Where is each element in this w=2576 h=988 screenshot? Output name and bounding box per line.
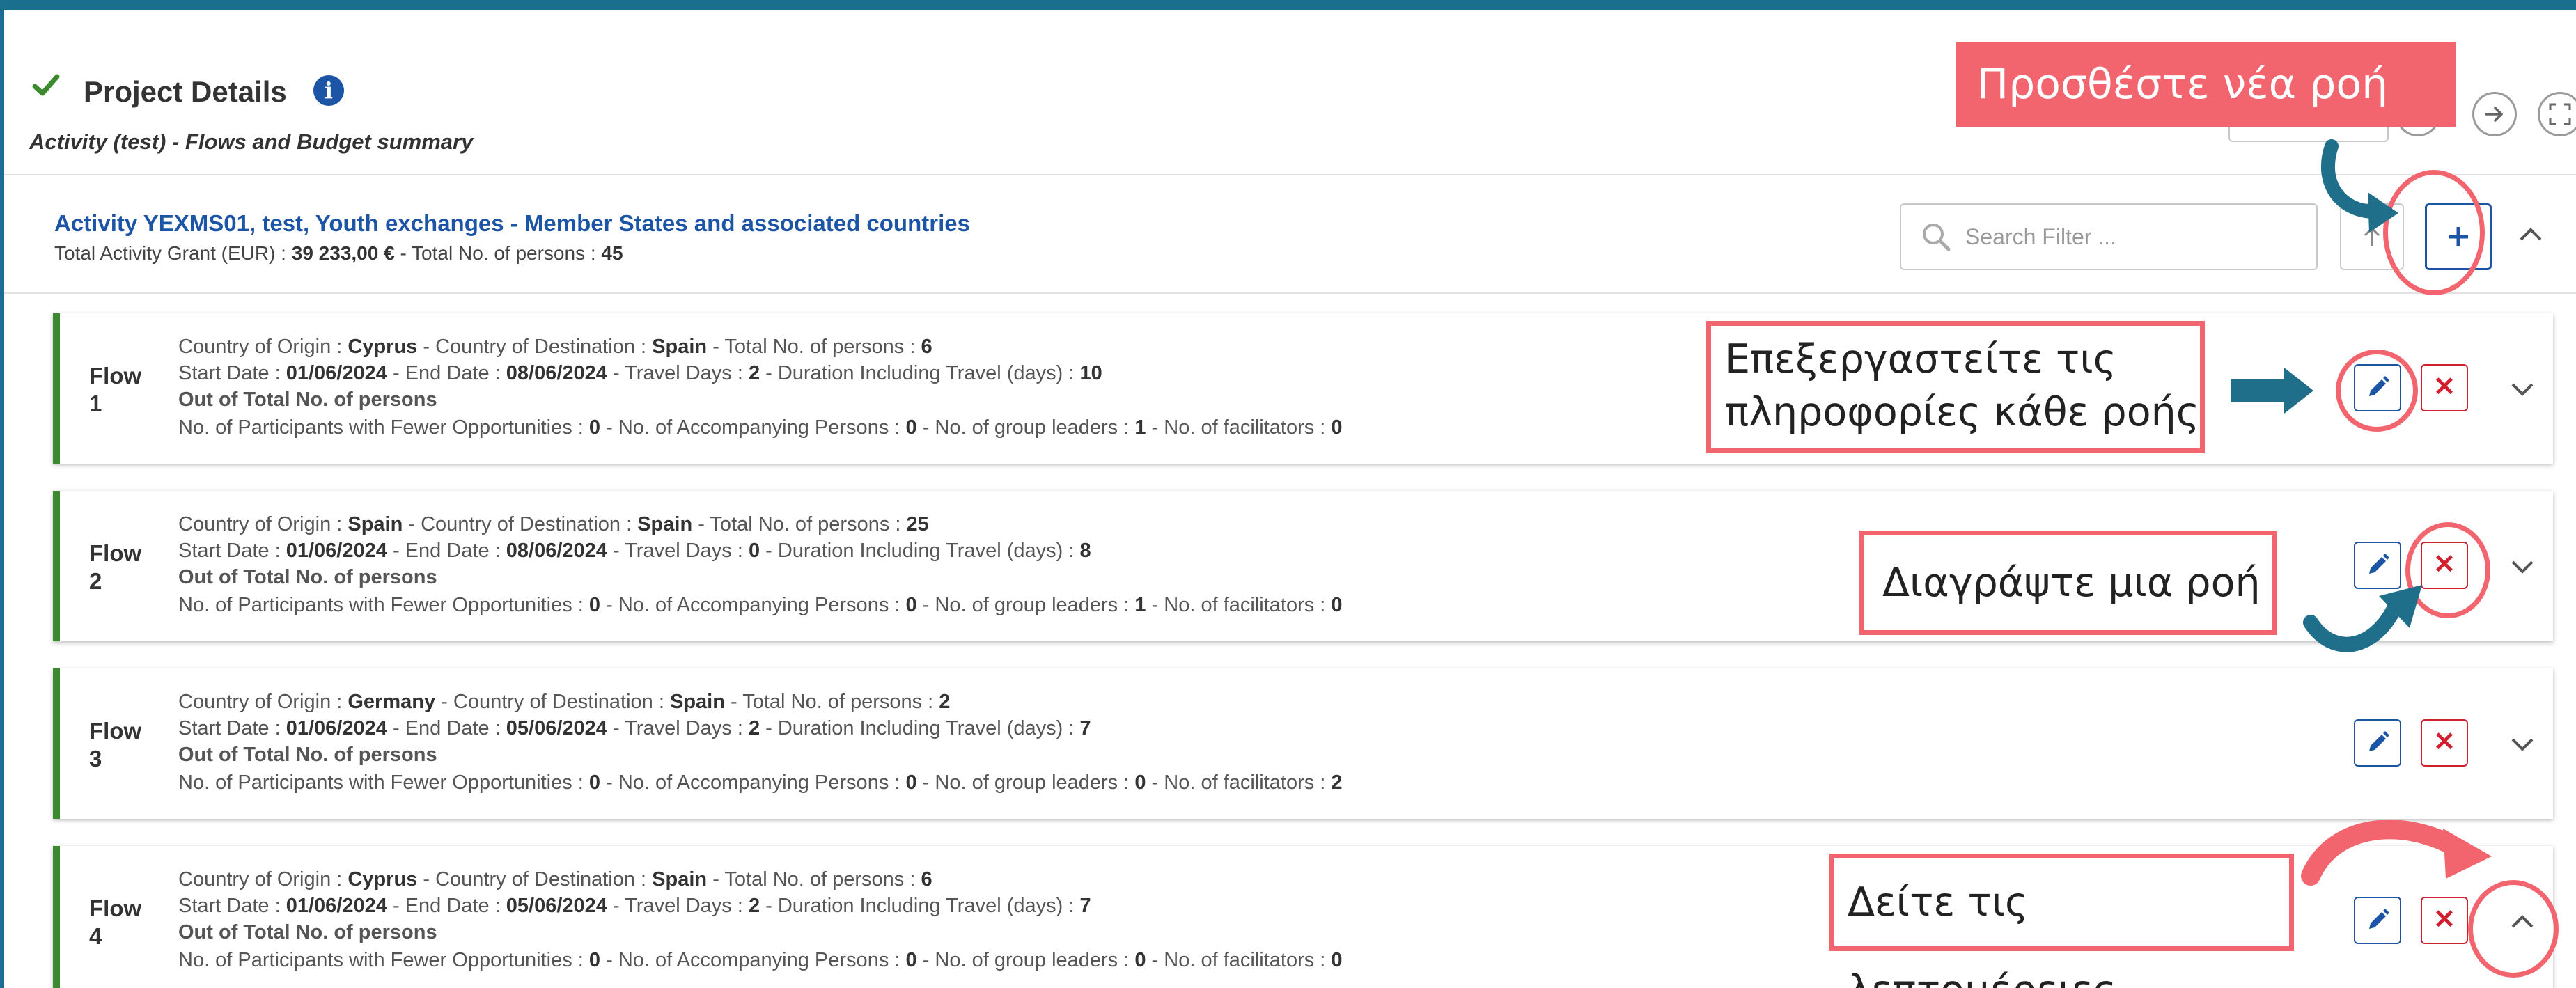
curved-arrow-details-head [2443, 829, 2492, 879]
project-details-page: Project Details i Activity (test) - Flow… [0, 10, 2576, 988]
curved-arrow-delete [2303, 598, 2403, 652]
straight-arrow-edit-shaft [2231, 379, 2286, 402]
curved-arrow-add-head [2368, 192, 2398, 233]
straight-arrow-edit-head [2284, 368, 2313, 414]
annotation-arrows [2231, 139, 2492, 886]
curved-arrow-add [2321, 139, 2382, 219]
curved-arrow-details [2301, 820, 2469, 886]
